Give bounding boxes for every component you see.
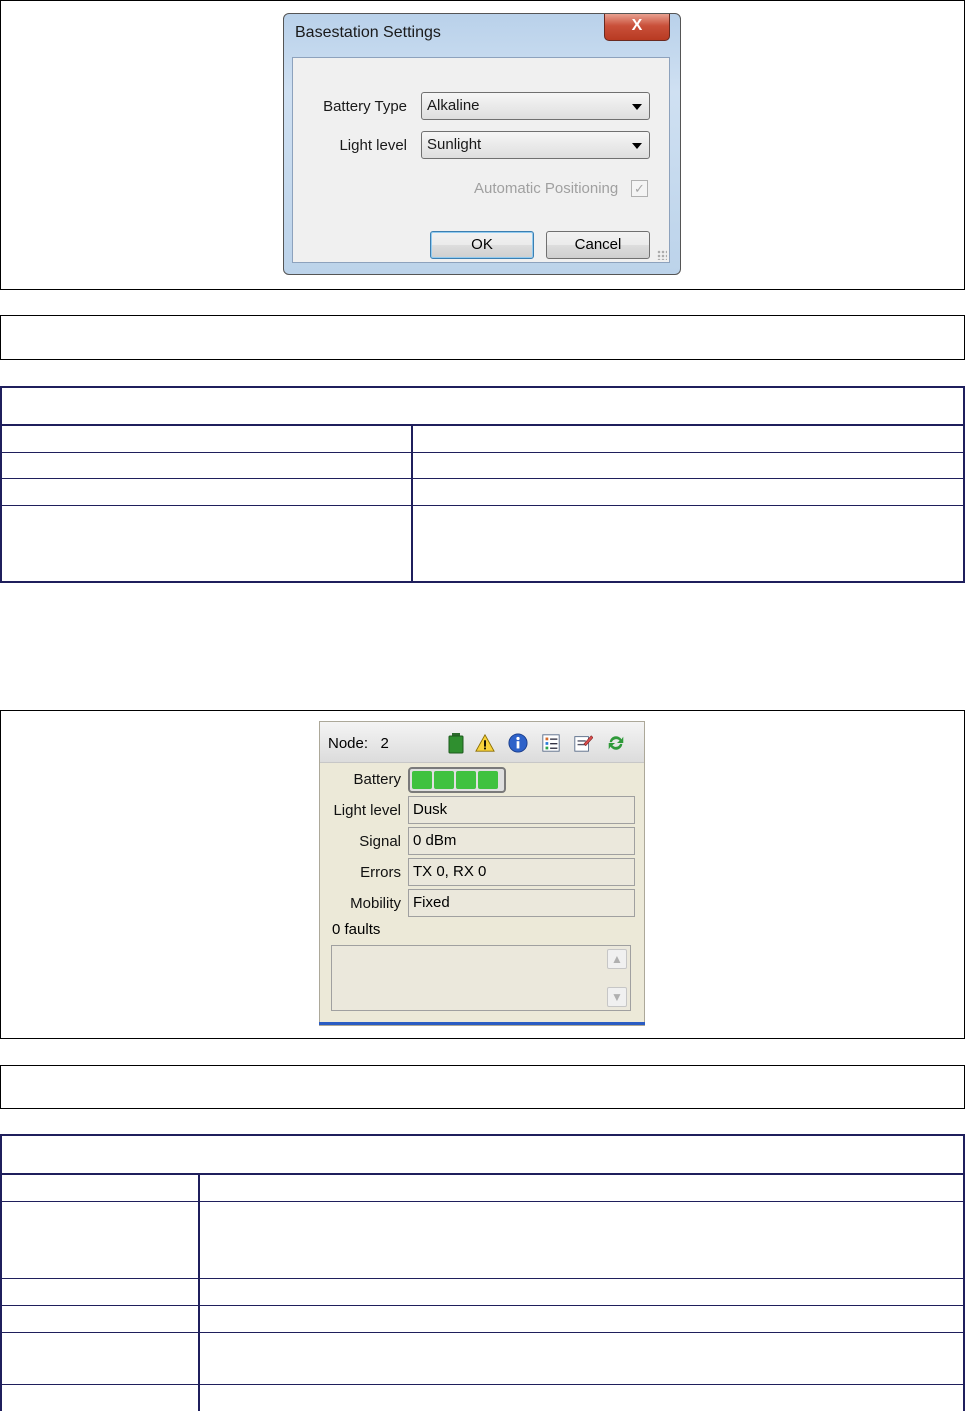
caption-box [0,1065,965,1109]
battery-cell [456,771,476,789]
automatic-positioning-label: Automatic Positioning [474,180,619,197]
signal-label: Signal [359,833,401,850]
info-icon[interactable] [508,732,528,754]
refresh-icon[interactable] [606,732,626,754]
faults-label: 0 faults [332,921,381,938]
scroll-down-icon[interactable]: ▼ [607,987,627,1007]
battery-icon[interactable] [446,732,466,754]
figure-frame-dialog: Basestation Settings X Battery Type Alka… [0,0,965,290]
battery-type-label: Battery Type [323,98,407,115]
battery-cell [434,771,454,789]
mobility-field: Fixed [408,889,635,917]
automatic-positioning-checkbox[interactable]: ✓ [631,180,648,197]
table-row [2,1305,963,1332]
faults-scrollbar[interactable]: ▲ ▼ [607,947,629,1009]
list-icon[interactable] [541,732,561,754]
caption-box [0,315,965,360]
signal-field: 0 dBm [408,827,635,855]
ok-button[interactable]: OK [430,231,534,259]
table-2 [0,1134,965,1411]
node-panel: Node: 2 Battery Light level Dusk Signal … [319,721,645,1026]
scroll-up-icon[interactable]: ▲ [607,949,627,969]
column-divider [411,426,413,581]
light-level-label: Light level [339,137,407,154]
table-row [2,452,963,479]
table-row [2,505,963,582]
dialog-body: Battery Type Alkaline Light level Sunlig… [292,57,670,263]
light-level-value: Sunlight [427,136,482,153]
node-label: Node: 2 [328,735,389,752]
close-icon: X [631,17,643,34]
column-divider [198,1175,200,1411]
chevron-down-icon [632,104,642,110]
light-level-label: Light level [333,802,401,819]
close-button[interactable]: X [604,14,670,41]
resize-grip-icon[interactable] [657,250,667,260]
dialog-title: Basestation Settings [295,24,441,41]
chevron-down-icon [632,143,642,149]
node-panel-header: Node: 2 [320,722,644,763]
battery-cell [412,771,432,789]
faults-list[interactable]: ▲ ▼ [331,945,631,1011]
light-level-field: Dusk [408,796,635,824]
table-row [2,424,963,452]
table-row [2,478,963,505]
panel-underline [319,1022,645,1025]
basestation-settings-dialog: Basestation Settings X Battery Type Alka… [283,13,681,275]
cancel-button[interactable]: Cancel [546,231,650,259]
errors-label: Errors [360,864,401,881]
warning-icon[interactable] [475,732,495,754]
table-row [2,1278,963,1305]
edit-icon[interactable] [573,732,593,754]
table-row [2,1384,963,1414]
table-1 [0,386,965,583]
errors-field: TX 0, RX 0 [408,858,635,886]
battery-label: Battery [353,771,401,788]
battery-level-gauge [408,767,506,793]
light-level-select[interactable]: Sunlight [421,131,650,159]
battery-type-select[interactable]: Alkaline [421,92,650,120]
battery-cell [478,771,498,789]
table-row [2,1201,963,1279]
table-row [2,1173,963,1201]
mobility-label: Mobility [350,895,401,912]
table-row [2,1332,963,1385]
battery-type-value: Alkaline [427,97,480,114]
node-id: 2 [380,735,389,752]
